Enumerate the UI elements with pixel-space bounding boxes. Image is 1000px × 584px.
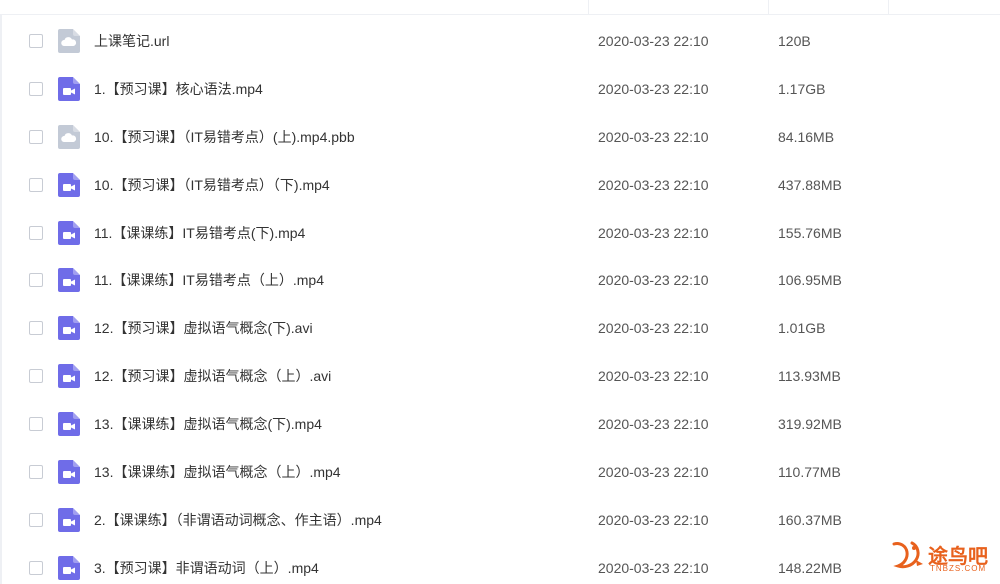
- file-size: 155.76MB: [778, 224, 842, 241]
- row-checkbox[interactable]: [29, 512, 43, 527]
- file-size: 437.88MB: [778, 176, 842, 193]
- file-row[interactable]: 10.【预习课】（IT易错考点）（下).mp4 2020-03-23 22:10 4…: [0, 161, 1000, 209]
- row-checkbox[interactable]: [29, 273, 43, 288]
- file-name[interactable]: 11.【课课练】IT易错考点(下).mp4: [94, 209, 305, 257]
- file-row[interactable]: 3.【预习课】非谓语动词（上）.mp4 2020-03-23 22:10 148.2…: [0, 544, 1000, 584]
- file-modified-time: 2020-03-23 22:10: [598, 464, 709, 481]
- video-file-icon: [58, 460, 80, 485]
- file-row[interactable]: 10.【预习课】（IT易错考点）(上).mp4.pbb 2020-03-23 22…: [0, 113, 1000, 161]
- file-row[interactable]: 上课笔记.url 2020-03-23 22:10 120B: [0, 17, 1000, 65]
- cloud-file-icon: [58, 124, 80, 149]
- file-row[interactable]: 12.【预习课】虚拟语气概念(下).avi 2020-03-23 22:10 1.0…: [0, 304, 1000, 352]
- file-name[interactable]: 13.【课课练】虚拟语气概念（上）.mp4: [94, 448, 341, 496]
- cloud-file-icon: [58, 29, 80, 53]
- file-modified-time: 2020-03-23 22:10: [598, 416, 709, 433]
- column-header-name[interactable]: 文件名: [62, 0, 101, 14]
- file-name[interactable]: 2.【课课练】（非谓语动词概念、作主语）.mp4: [94, 496, 382, 544]
- file-row[interactable]: 2.【课课练】（非谓语动词概念、作主语）.mp4 2020-03-23 22:10…: [0, 496, 1000, 544]
- file-name[interactable]: 13.【课课练】虚拟语气概念(下).mp4: [94, 400, 322, 448]
- row-checkbox[interactable]: [29, 417, 43, 432]
- video-file-icon: [58, 268, 80, 293]
- video-file-icon: [58, 555, 80, 580]
- file-modified-time: 2020-03-23 22:10: [598, 176, 709, 193]
- file-modified-time: 2020-03-23 22:10: [598, 33, 709, 49]
- file-modified-time: 2020-03-23 22:10: [598, 128, 709, 145]
- file-size: 160.37MB: [778, 511, 842, 528]
- file-name[interactable]: 10.【预习课】（IT易错考点）(上).mp4.pbb: [94, 113, 355, 161]
- file-modified-time: 2020-03-23 22:10: [598, 559, 709, 576]
- file-modified-time: 2020-03-23 22:10: [598, 320, 709, 337]
- watermark: 途鸟吧 TNBZS.COM: [890, 538, 990, 578]
- file-row[interactable]: 1.【预习课】核心语法.mp4 2020-03-23 22:10 1.17GB: [0, 65, 1000, 113]
- row-checkbox[interactable]: [29, 560, 43, 575]
- column-separator[interactable]: [768, 0, 769, 14]
- column-separator[interactable]: [888, 0, 889, 14]
- file-size: 110.77MB: [778, 464, 841, 481]
- video-file-icon: [58, 412, 80, 437]
- column-header-size[interactable]: 大小: [778, 0, 804, 14]
- video-file-icon: [58, 220, 80, 245]
- file-size: 1.17GB: [778, 80, 826, 97]
- video-file-icon: [58, 76, 80, 101]
- file-list-header: 文件名 修改时间 大小: [0, 0, 1000, 15]
- watermark-domain: TNBZS.COM: [930, 564, 987, 573]
- file-size: 1.01GB: [778, 320, 826, 337]
- row-checkbox[interactable]: [29, 34, 43, 48]
- row-checkbox[interactable]: [29, 177, 43, 192]
- row-checkbox[interactable]: [29, 465, 43, 480]
- file-modified-time: 2020-03-23 22:10: [598, 272, 709, 289]
- video-file-icon: [58, 364, 80, 389]
- file-size: 120B: [778, 33, 811, 49]
- file-list: 上课笔记.url 2020-03-23 22:10 120B 1.【预习课】核心语法.…: [0, 17, 1000, 584]
- file-name[interactable]: 11.【课课练】IT易错考点（上）.mp4: [94, 256, 324, 304]
- file-row[interactable]: 13.【课课练】虚拟语气概念(下).mp4 2020-03-23 22:10 319…: [0, 400, 1000, 448]
- file-size: 106.95MB: [778, 272, 842, 289]
- file-row[interactable]: 12.【预习课】虚拟语气概念（上）.avi 2020-03-23 22:10 113…: [0, 352, 1000, 400]
- file-name[interactable]: 上课笔记.url: [94, 17, 169, 65]
- row-checkbox[interactable]: [29, 225, 43, 240]
- row-checkbox[interactable]: [29, 129, 43, 144]
- file-name[interactable]: 12.【预习课】虚拟语气概念（上）.avi: [94, 352, 331, 400]
- file-row[interactable]: 11.【课课练】IT易错考点(下).mp4 2020-03-23 22:10 155…: [0, 209, 1000, 257]
- video-file-icon: [58, 507, 80, 532]
- row-checkbox[interactable]: [29, 321, 43, 336]
- file-name[interactable]: 1.【预习课】核心语法.mp4: [94, 65, 263, 113]
- file-size: 113.93MB: [778, 368, 841, 385]
- file-modified-time: 2020-03-23 22:10: [598, 368, 709, 385]
- file-name[interactable]: 10.【预习课】（IT易错考点）（下).mp4: [94, 161, 330, 209]
- file-size: 84.16MB: [778, 128, 835, 145]
- file-row[interactable]: 13.【课课练】虚拟语气概念（上）.mp4 2020-03-23 22:10 110…: [0, 448, 1000, 496]
- video-file-icon: [58, 316, 80, 341]
- column-separator[interactable]: [588, 0, 589, 14]
- file-name[interactable]: 12.【预习课】虚拟语气概念(下).avi: [94, 304, 313, 352]
- file-size: 319.92MB: [778, 416, 842, 433]
- row-checkbox[interactable]: [29, 81, 43, 96]
- row-checkbox[interactable]: [29, 369, 43, 384]
- file-size: 148.22MB: [778, 559, 842, 576]
- column-header-time[interactable]: 修改时间: [598, 0, 650, 14]
- file-modified-time: 2020-03-23 22:10: [598, 80, 709, 97]
- file-modified-time: 2020-03-23 22:10: [598, 511, 709, 528]
- file-name[interactable]: 3.【预习课】非谓语动词（上）.mp4: [94, 544, 319, 584]
- file-list-window: 文件名 修改时间 大小 上课笔记.url 2020-03-23 22:10 120B…: [0, 0, 1000, 584]
- file-row[interactable]: 11.【课课练】IT易错考点（上）.mp4 2020-03-23 22:10 106…: [0, 256, 1000, 304]
- video-file-icon: [58, 172, 80, 197]
- file-modified-time: 2020-03-23 22:10: [598, 224, 709, 241]
- bird-logo-icon: [892, 541, 923, 569]
